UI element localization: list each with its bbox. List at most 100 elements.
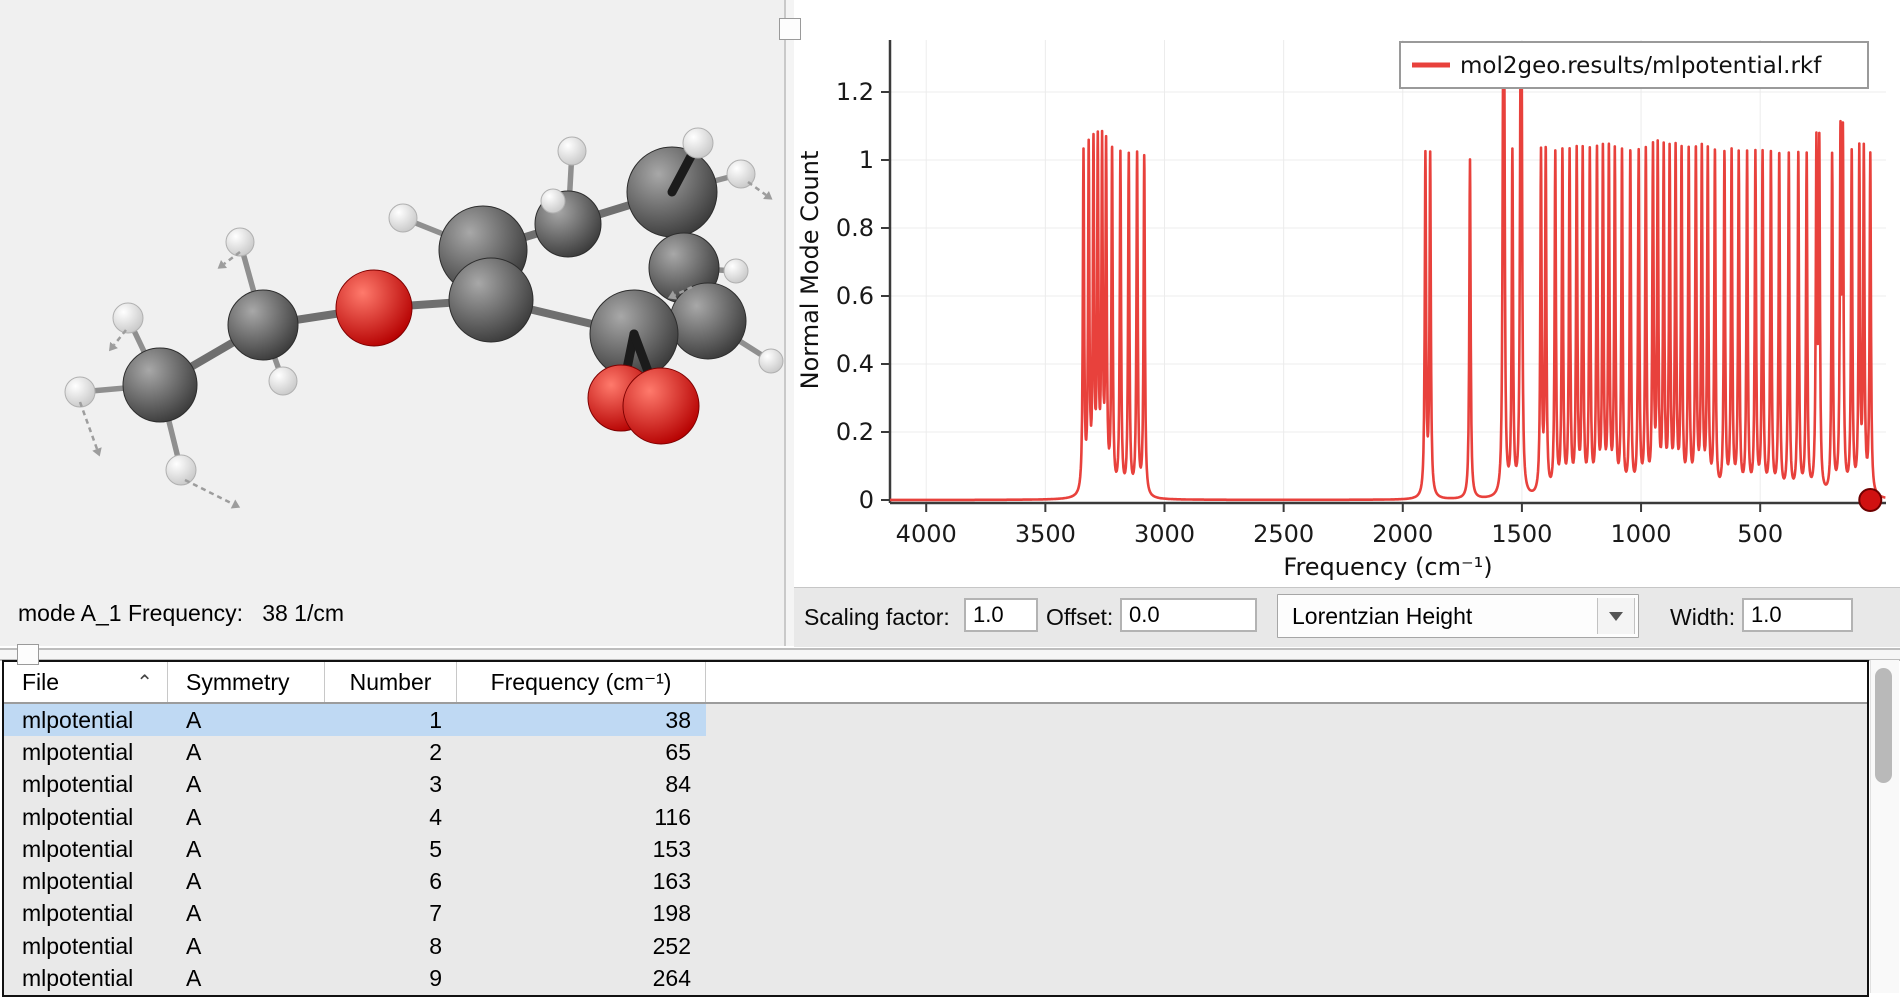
atom-h[interactable]	[558, 137, 586, 165]
table-row[interactable]: mlpotentialA265	[4, 736, 1867, 768]
column-header-symmetry[interactable]: Symmetry	[168, 662, 325, 702]
table-cell: mlpotential	[4, 865, 168, 897]
column-header-file[interactable]: File ⌃	[4, 662, 168, 702]
table-cell: A	[168, 930, 325, 962]
arrowhead-icon	[109, 342, 118, 351]
table-cell: 264	[457, 962, 706, 994]
table-cell: A	[168, 898, 325, 930]
chevron-down-icon[interactable]	[1597, 598, 1635, 634]
x-tick-label: 2500	[1253, 520, 1314, 548]
table-cell: mlpotential	[4, 769, 168, 801]
table-row[interactable]: mlpotentialA5153	[4, 833, 1867, 865]
atom-h[interactable]	[389, 204, 417, 232]
y-tick-label: 1.2	[836, 78, 874, 106]
sort-ascending-icon: ⌃	[136, 670, 153, 695]
table-cell: mlpotential	[4, 736, 168, 768]
table-cell: 6	[325, 865, 457, 897]
table-cell: 7	[325, 898, 457, 930]
table-row[interactable]: mlpotentialA384	[4, 769, 1867, 801]
atom-h[interactable]	[683, 128, 713, 158]
column-header-frequency[interactable]: Frequency (cm⁻¹)	[457, 662, 706, 702]
mode-displacement-arrow	[80, 402, 97, 449]
table-cell: 8	[325, 930, 457, 962]
atom-h[interactable]	[759, 349, 783, 373]
mode-displacement-arrow	[114, 330, 126, 345]
table-cell: 65	[457, 736, 706, 768]
table-row[interactable]: mlpotentialA8252	[4, 930, 1867, 962]
table-scrollbar[interactable]	[1870, 660, 1899, 993]
table-cell: 252	[457, 930, 706, 962]
horizontal-splitter-handle-icon[interactable]	[17, 644, 39, 665]
spectrum-plot-canvas[interactable]: 400035003000250020001500100050000.20.40.…	[794, 0, 1900, 587]
table-cell: 38	[457, 704, 706, 736]
x-tick-label: 500	[1737, 520, 1783, 548]
atom-h[interactable]	[269, 367, 297, 395]
x-tick-label: 1000	[1611, 520, 1672, 548]
atom-h[interactable]	[541, 189, 565, 213]
arrowhead-icon	[218, 260, 227, 269]
y-tick-label: 0.8	[836, 214, 874, 242]
offset-input[interactable]	[1120, 598, 1257, 632]
x-tick-label: 3500	[1015, 520, 1076, 548]
vertical-splitter-handle-icon[interactable]	[779, 18, 801, 40]
table-row[interactable]: mlpotentialA9264	[4, 962, 1867, 994]
atom-h[interactable]	[166, 455, 196, 485]
atom-o[interactable]	[623, 368, 699, 444]
atom-h[interactable]	[724, 259, 748, 283]
scaling-factor-label: Scaling factor:	[804, 604, 950, 631]
atom-c[interactable]	[449, 258, 533, 342]
table-cell: 5	[325, 833, 457, 865]
lineshape-dropdown-value: Lorentzian Height	[1292, 603, 1472, 630]
table-row[interactable]: mlpotentialA138	[4, 704, 1867, 736]
table-cell: 2	[325, 736, 457, 768]
column-header-filler	[706, 662, 1867, 702]
table-cell: 1	[325, 704, 457, 736]
table-row[interactable]: mlpotentialA4116	[4, 801, 1867, 833]
table-cell: mlpotential	[4, 801, 168, 833]
table-cell: A	[168, 769, 325, 801]
table-scrollbar-thumb[interactable]	[1875, 668, 1892, 783]
spectrum-plot-panel: 400035003000250020001500100050000.20.40.…	[794, 0, 1900, 587]
lineshape-dropdown[interactable]: Lorentzian Height	[1277, 594, 1639, 638]
table-header-row: File ⌃ Symmetry Number Frequency (cm⁻¹)	[4, 662, 1867, 704]
x-axis-label: Frequency (cm⁻¹)	[1283, 553, 1492, 581]
molecule-3d-canvas[interactable]	[0, 0, 784, 646]
scaling-factor-input[interactable]	[964, 598, 1038, 632]
table-cell: A	[168, 962, 325, 994]
table-cell: 4	[325, 801, 457, 833]
x-tick-label: 1500	[1491, 520, 1552, 548]
y-tick-label: 1	[859, 146, 874, 174]
column-header-number[interactable]: Number	[325, 662, 457, 702]
atom-c[interactable]	[123, 348, 197, 422]
table-cell: A	[168, 736, 325, 768]
table-body: mlpotentialA138mlpotentialA265mlpotentia…	[4, 704, 1867, 995]
selected-mode-marker[interactable]	[1859, 489, 1881, 511]
table-cell: mlpotential	[4, 930, 168, 962]
table-cell: 198	[457, 898, 706, 930]
table-cell: mlpotential	[4, 704, 168, 736]
table-cell: A	[168, 704, 325, 736]
x-tick-label: 4000	[896, 520, 957, 548]
x-tick-label: 2000	[1372, 520, 1433, 548]
mode-status-text: mode A_1 Frequency: 38 1/cm	[18, 600, 344, 627]
application-window: mode A_1 Frequency: 38 1/cm 400035003000…	[0, 0, 1900, 1000]
atom-c[interactable]	[228, 290, 298, 360]
y-tick-label: 0.2	[836, 418, 874, 446]
table-cell: mlpotential	[4, 833, 168, 865]
mode-displacement-arrow	[748, 182, 766, 195]
table-cell: 9	[325, 962, 457, 994]
y-tick-label: 0.4	[836, 350, 874, 378]
width-input[interactable]	[1742, 598, 1853, 632]
table-row[interactable]: mlpotentialA7198	[4, 898, 1867, 930]
table-cell: 163	[457, 865, 706, 897]
y-tick-label: 0	[859, 486, 874, 514]
atom-h[interactable]	[113, 303, 143, 333]
molecule-viewer-panel: mode A_1 Frequency: 38 1/cm	[0, 0, 784, 646]
y-tick-label: 0.6	[836, 282, 874, 310]
table-cell: A	[168, 865, 325, 897]
atom-c[interactable]	[670, 283, 746, 359]
atom-o[interactable]	[336, 270, 412, 346]
table-row[interactable]: mlpotentialA6163	[4, 865, 1867, 897]
table-cell: mlpotential	[4, 962, 168, 994]
atom-h[interactable]	[226, 228, 254, 256]
